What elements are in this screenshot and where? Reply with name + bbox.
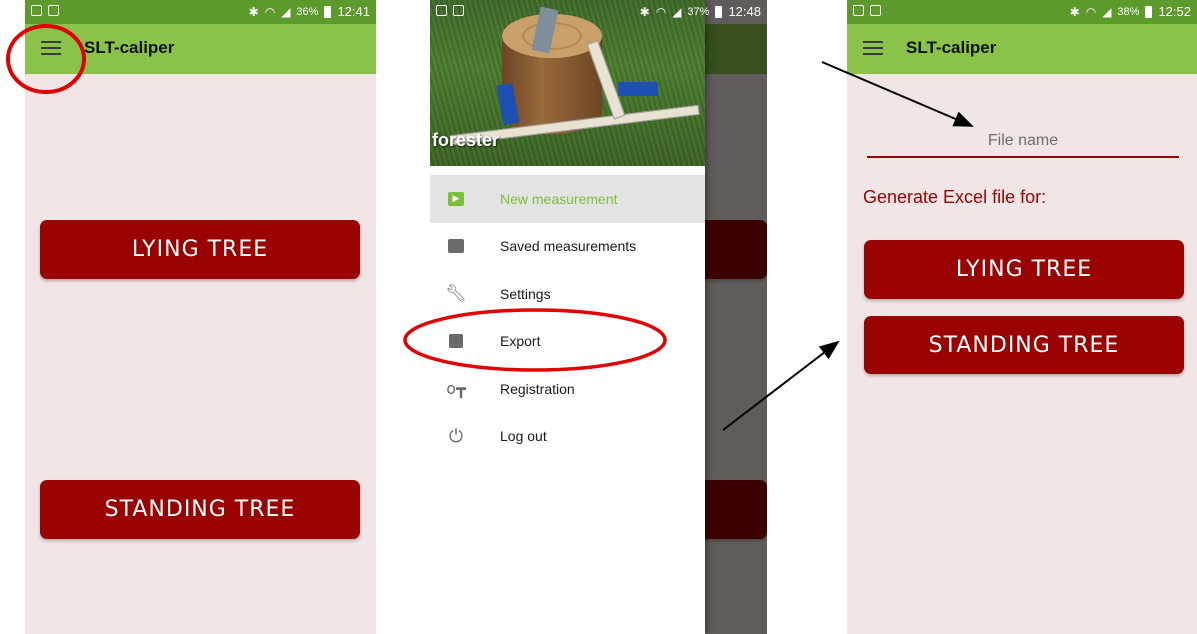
menu-item-label: Saved measurements [500, 238, 637, 255]
signal-icon: ◢ [672, 4, 682, 19]
status-bar: ✱ ◠ ◢ 36% 12:41 [25, 0, 376, 24]
battery-percent: 38% [1117, 5, 1140, 18]
battery-icon [324, 5, 332, 18]
bluetooth-icon: ✱ [1069, 4, 1080, 19]
battery-percent: 37% [687, 5, 710, 18]
menu-item-export[interactable]: Export [430, 318, 705, 366]
menu-item-label: New measurement [500, 190, 618, 207]
menu-icon[interactable] [41, 41, 61, 57]
app-bar: SLT-caliper [25, 24, 376, 74]
wrench-icon: 🔧︎ [445, 283, 467, 303]
export-standing-tree-button[interactable]: STANDING TREE [864, 316, 1184, 374]
phone-screen-export: ✱ ◠ ◢ 38% 12:52 SLT-caliper Generate Exc… [847, 0, 1197, 634]
gallery-icon [446, 236, 466, 256]
menu-item-settings[interactable]: 🔧︎ Settings [430, 270, 705, 318]
wifi-icon: ◠ [1085, 4, 1097, 19]
notification-icon [48, 5, 59, 16]
save-icon [446, 331, 466, 351]
status-bar: ✱ ◠ ◢ 38% 12:52 [847, 0, 1197, 24]
power-icon: ⏻ [448, 425, 464, 446]
export-lying-tree-button[interactable]: LYING TREE [864, 240, 1184, 299]
battery-percent: 36% [296, 5, 319, 18]
wifi-icon: ◠ [655, 4, 667, 19]
menu-item-label: Log out [500, 428, 547, 445]
menu-item-new-measurement[interactable]: ▶ New measurement [430, 175, 705, 223]
phone-screen-drawer: E ✱ ◠ ◢ 37% 12:48 forester [430, 0, 767, 634]
signal-icon: ◢ [281, 4, 291, 19]
menu-item-registration[interactable]: o┳ Registration [430, 365, 705, 413]
key-icon: o┳ [446, 379, 466, 399]
notification-icon [453, 5, 464, 16]
menu-item-label: Settings [500, 285, 551, 302]
drawer-header-image: forester [430, 0, 705, 166]
file-name-input[interactable] [867, 126, 1179, 158]
menu-item-label: Registration [500, 380, 575, 397]
battery-icon [1145, 5, 1153, 18]
clock: 12:52 [1158, 4, 1191, 19]
phone-screen-main: ✱ ◠ ◢ 36% 12:41 SLT-caliper LYING TREE S… [25, 0, 376, 634]
app-bar: SLT-caliper [847, 24, 1197, 74]
app-title: SLT-caliper [84, 38, 175, 57]
battery-icon [715, 5, 723, 18]
signal-icon: ◢ [1102, 4, 1112, 19]
drawer-menu: ▶ New measurement Saved measurements 🔧︎ … [430, 175, 705, 460]
menu-item-saved-measurements[interactable]: Saved measurements [430, 223, 705, 271]
notification-icon [436, 5, 447, 16]
notification-icon [31, 5, 42, 16]
status-bar: ✱ ◠ ◢ 37% 12:48 [430, 0, 767, 24]
menu-item-log-out[interactable]: ⏻ Log out [430, 413, 705, 461]
navigation-drawer: forester ▶ New measurement Saved measure… [430, 0, 705, 634]
wifi-icon: ◠ [264, 4, 276, 19]
play-icon: ▶ [446, 189, 466, 209]
standing-tree-button[interactable]: STANDING TREE [40, 480, 360, 539]
menu-item-label: Export [500, 333, 541, 350]
bluetooth-icon: ✱ [639, 4, 650, 19]
lying-tree-button[interactable]: LYING TREE [40, 220, 360, 279]
generate-excel-label: Generate Excel file for: [863, 187, 1047, 207]
app-title: SLT-caliper [906, 38, 997, 57]
bluetooth-icon: ✱ [248, 4, 259, 19]
notification-icon [853, 5, 864, 16]
menu-icon[interactable] [863, 41, 883, 57]
clock: 12:48 [728, 4, 761, 19]
drawer-username: forester [432, 130, 500, 150]
notification-icon [870, 5, 881, 16]
clock: 12:41 [337, 4, 370, 19]
